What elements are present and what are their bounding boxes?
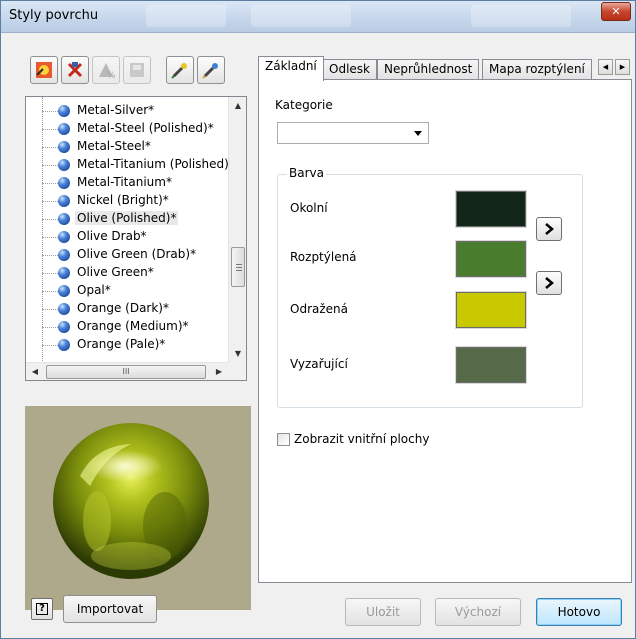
scroll-down-icon[interactable]: ▼ — [229, 345, 246, 363]
copy-ambient-to-diffuse-button[interactable] — [536, 217, 562, 241]
window-title: Styly povrchu — [9, 8, 99, 23]
emissive-label: Vyzařující — [290, 357, 348, 371]
emissive-color-swatch[interactable] — [455, 346, 527, 384]
style-list-items: Metal-Silver* Metal-Steel (Polished)* Me… — [26, 97, 228, 363]
list-item[interactable]: Orange (Medium)* — [26, 318, 228, 336]
material-ball-icon — [58, 159, 70, 171]
list-item[interactable]: Nickel (Bright)* — [26, 192, 228, 210]
chevron-right-icon — [545, 277, 554, 289]
done-button[interactable]: Hotovo — [536, 598, 622, 626]
list-item[interactable]: Opal* — [26, 282, 228, 300]
eyedropper-apply-button[interactable] — [197, 56, 225, 84]
import-button[interactable]: Importovat — [63, 595, 157, 623]
scroll-corner — [228, 362, 246, 380]
material-ball-icon — [58, 213, 70, 225]
tab-scroll-left-icon[interactable]: ◀ — [598, 59, 613, 75]
eyedropper-icon — [171, 63, 187, 79]
save-button[interactable]: Uložit — [345, 598, 421, 626]
list-item[interactable]: Olive Green (Drab)* — [26, 246, 228, 264]
basic-tab-panel: Kategorie Barva Okolní Rozptýlená Odraže… — [258, 79, 632, 583]
show-inner-faces-option[interactable]: Zobrazit vnitřní plochy — [277, 432, 429, 446]
background-ghost — [471, 5, 571, 27]
vertical-scrollbar[interactable]: ▲ ▼ — [228, 97, 246, 363]
material-ball-icon — [58, 105, 70, 117]
tab-diffuse-map[interactable]: Mapa rozptýlení — [482, 59, 592, 80]
default-button[interactable]: Výchozí — [435, 598, 521, 626]
update-style-button[interactable]: % — [92, 56, 120, 84]
material-ball-icon — [58, 123, 70, 135]
specular-color-swatch[interactable] — [455, 291, 527, 329]
chevron-right-icon — [545, 223, 554, 235]
scroll-left-icon[interactable]: ◀ — [26, 363, 44, 380]
close-icon: ✕ — [611, 5, 621, 18]
material-ball-icon — [58, 141, 70, 153]
title-bar[interactable]: Styly povrchu ✕ — [1, 1, 635, 33]
horizontal-scrollbar[interactable]: ◀ III ▶ — [26, 362, 228, 380]
specular-label: Odražená — [290, 302, 348, 316]
purge-style-button[interactable] — [61, 56, 89, 84]
help-icon: ? — [36, 603, 48, 615]
diffuse-color-swatch[interactable] — [455, 240, 527, 278]
surface-styles-dialog: Styly povrchu ✕ % Metal-Silver* Metal-St… — [0, 0, 636, 639]
property-tabs: Základní Odlesk Neprůhlednost Mapa rozpt… — [258, 56, 636, 81]
list-item[interactable]: Metal-Titanium* — [26, 174, 228, 192]
material-ball-icon — [58, 195, 70, 207]
close-button[interactable]: ✕ — [601, 2, 631, 21]
material-ball-icon — [58, 249, 70, 261]
purge-style-icon — [67, 62, 83, 78]
eyedropper-button[interactable] — [166, 56, 194, 84]
list-item[interactable]: Metal-Steel (Polished)* — [26, 120, 228, 138]
horizontal-scroll-thumb[interactable]: III — [46, 365, 206, 379]
eyedropper-apply-icon — [202, 63, 218, 79]
tab-basic[interactable]: Základní — [258, 56, 324, 81]
background-ghost — [251, 5, 351, 27]
list-item[interactable]: Olive Green* — [26, 264, 228, 282]
ambient-color-swatch[interactable] — [455, 190, 527, 228]
help-button[interactable]: ? — [31, 598, 53, 620]
color-group: Barva Okolní Rozptýlená Odražená Vyzařuj… — [277, 166, 583, 408]
list-item[interactable]: Metal-Steel* — [26, 138, 228, 156]
new-style-button[interactable] — [30, 56, 58, 84]
show-inner-faces-checkbox[interactable] — [277, 432, 290, 446]
diffuse-label: Rozptýlená — [290, 250, 357, 264]
list-item[interactable]: Olive Drab* — [26, 228, 228, 246]
update-style-icon: % — [99, 63, 116, 80]
material-ball-icon — [58, 267, 70, 279]
material-ball-icon — [58, 285, 70, 297]
material-ball-icon — [58, 303, 70, 315]
category-label: Kategorie — [275, 98, 333, 112]
scroll-right-icon[interactable]: ▶ — [210, 363, 228, 380]
color-group-title: Barva — [287, 166, 326, 180]
new-style-icon — [36, 62, 52, 78]
material-ball-icon — [58, 231, 70, 243]
tab-specular[interactable]: Odlesk — [322, 59, 377, 80]
category-dropdown[interactable] — [277, 122, 429, 144]
scroll-up-icon[interactable]: ▲ — [229, 97, 246, 115]
tab-scroll-right-icon[interactable]: ▶ — [615, 59, 630, 75]
style-list[interactable]: Metal-Silver* Metal-Steel (Polished)* Me… — [25, 96, 247, 381]
preview-sphere-image — [53, 423, 209, 579]
save-to-library-icon — [130, 63, 144, 77]
list-item[interactable]: Metal-Titanium (Polished) — [26, 156, 228, 174]
show-inner-faces-label: Zobrazit vnitřní plochy — [294, 432, 430, 446]
material-ball-icon — [58, 339, 70, 351]
list-item[interactable]: Orange (Pale)* — [26, 336, 228, 354]
chevron-down-icon — [414, 131, 422, 136]
list-item[interactable]: Metal-Silver* — [26, 102, 228, 120]
material-ball-icon — [58, 177, 70, 189]
list-item-selected[interactable]: Olive (Polished)* — [26, 210, 228, 228]
svg-text:%: % — [107, 71, 116, 80]
background-ghost — [146, 5, 226, 27]
tab-opacity[interactable]: Neprůhlednost — [377, 59, 480, 80]
material-preview — [25, 406, 251, 610]
save-to-library-button[interactable] — [123, 56, 151, 84]
copy-diffuse-to-specular-button[interactable] — [536, 271, 562, 295]
vertical-scroll-thumb[interactable] — [231, 247, 245, 287]
material-ball-icon — [58, 321, 70, 333]
grip-icon — [236, 264, 242, 265]
list-item[interactable]: Orange (Dark)* — [26, 300, 228, 318]
ambient-label: Okolní — [290, 201, 328, 215]
